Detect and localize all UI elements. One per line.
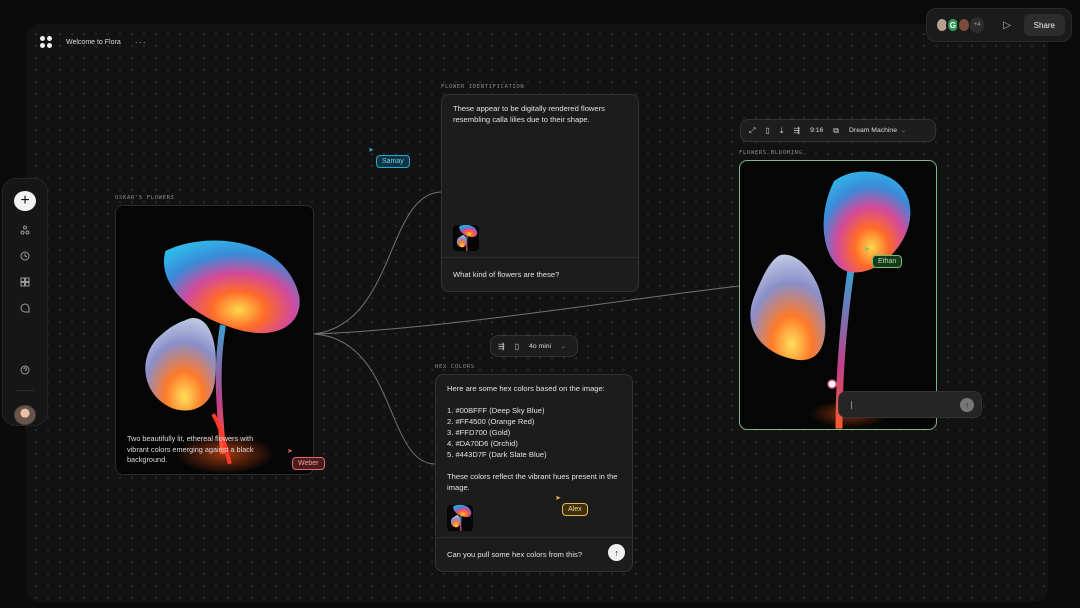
model-selector[interactable]: Dream Machine [849, 127, 897, 134]
node-label-oskars-flowers: OSKAR'S FLOWERS [115, 195, 175, 201]
ai-response-outro: These colors reflect the vibrant hues pr… [447, 472, 618, 492]
flower-video-frame [750, 171, 911, 429]
attached-image-thumbnail[interactable] [453, 225, 479, 251]
text-format-icon[interactable]: ⇶ [498, 342, 505, 351]
node-label-hex-colors: HEX COLORS [435, 364, 475, 370]
history-icon[interactable] [18, 250, 32, 263]
hex-color-item: 2. #FF4500 (Orange Red) [447, 417, 535, 426]
node-label-flower-identification: FLOWER IDENTIFICATION [441, 84, 525, 90]
bookmark-icon[interactable]: ▯ [515, 342, 519, 351]
add-node-button[interactable]: + [14, 191, 36, 211]
collaborator-tag-samay: Samay [376, 155, 410, 168]
nodes-icon[interactable] [18, 224, 32, 237]
cursor-arrow-icon: ➤ [555, 495, 561, 502]
user-avatar[interactable] [14, 404, 36, 425]
cursor-arrow-icon: ➤ [864, 246, 870, 253]
model-toolbar: ⇶ ▯ 4o mini ⌄ [490, 335, 578, 357]
collaborator-tag-ethan: Ethan [872, 255, 903, 268]
download-icon[interactable]: ⤓ [780, 126, 784, 136]
chevron-down-icon[interactable]: ⌄ [561, 343, 566, 350]
cursor-arrow-icon: ➤ [287, 448, 293, 455]
send-arrow-icon[interactable]: ↑ [960, 398, 974, 412]
duplicate-icon[interactable]: ⧉ [833, 126, 839, 136]
video-toolbar: ⤢ ▯ ⤓ ⇶ 9:16 ⧉ Dream Machine ⌄ [740, 119, 936, 142]
node-chat-input[interactable]: ↑ [838, 391, 982, 418]
extra-collaborators-count[interactable]: +4 [969, 17, 985, 33]
chevron-down-icon[interactable]: ⌄ [901, 127, 906, 134]
text-caret [851, 401, 852, 409]
collaboration-bar: G +4 ▷ Share [926, 8, 1072, 42]
sidebar-divider [16, 389, 34, 391]
chat-node-hex-colors[interactable]: Here are some hex colors based on the im… [435, 374, 633, 572]
cursor-arrow-icon: ➤ [368, 147, 374, 154]
text-format-icon[interactable]: ⇶ [793, 126, 800, 135]
hex-color-item: 3. #FFD700 (Gold) [447, 428, 511, 437]
collaborator-tag-alex: Alex [562, 503, 588, 516]
comment-icon[interactable] [18, 301, 32, 314]
chat-node-flower-identification[interactable]: These appear to be digitally rendered fl… [441, 94, 639, 292]
collaborator-tag-weber: Weber [292, 457, 325, 470]
assets-icon[interactable] [18, 275, 32, 288]
send-arrow-icon[interactable]: ↑ [608, 544, 625, 561]
node-label-flowers-blooming: FLOWERS BLOOMING [739, 150, 803, 156]
expand-icon[interactable]: ⤢ [749, 126, 755, 136]
hex-color-item: 5. #443D7F (Dark Slate Blue) [447, 450, 547, 459]
image-caption: Two beautifully lit, ethereal flowers wi… [127, 434, 254, 464]
model-selector[interactable]: 4o mini [529, 343, 551, 350]
user-prompt[interactable]: Can you pull some hex colors from this? [436, 537, 632, 571]
bookmark-icon[interactable]: ▯ [765, 126, 769, 135]
ai-response-intro: Here are some hex colors based on the im… [447, 384, 605, 393]
play-icon[interactable]: ▷ [1000, 20, 1013, 31]
share-button[interactable]: Share [1023, 14, 1065, 36]
video-node-flowers-blooming[interactable] [739, 160, 937, 430]
left-toolbar: + [2, 178, 48, 426]
aspect-ratio-selector[interactable]: 9:16 [810, 127, 823, 134]
user-prompt[interactable]: What kind of flowers are these? [442, 257, 638, 291]
help-icon[interactable] [18, 363, 32, 376]
hex-color-item: 1. #00BFFF (Deep Sky Blue) [447, 406, 545, 415]
attached-image-thumbnail[interactable] [447, 505, 473, 531]
hex-color-item: 4. #DA70D6 (Orchid) [447, 439, 518, 448]
image-node-oskars-flowers[interactable]: Two beautifully lit, ethereal flowers wi… [115, 205, 314, 475]
collaborator-avatar[interactable] [956, 17, 971, 33]
ai-response: These appear to be digitally rendered fl… [453, 104, 605, 124]
hex-color-list: 1. #00BFFF (Deep Sky Blue) 2. #FF4500 (O… [447, 405, 625, 460]
